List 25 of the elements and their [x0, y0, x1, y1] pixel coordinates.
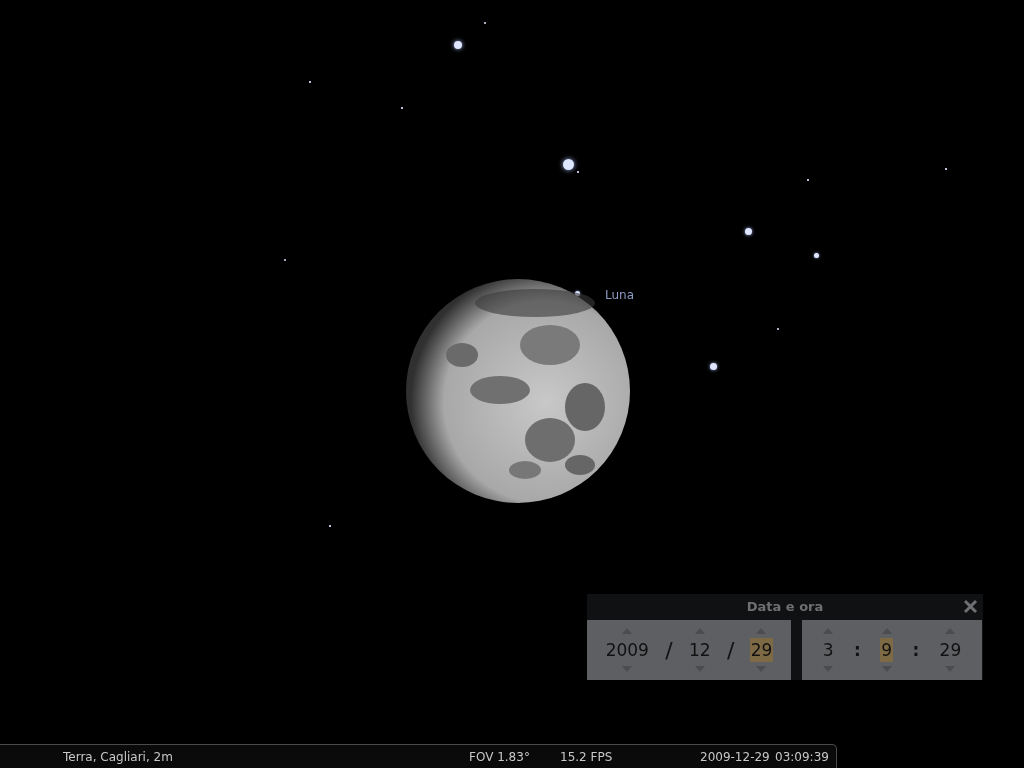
star-dot: [709, 362, 717, 370]
location-label: Terra, Cagliari, 2m: [63, 749, 174, 764]
fov-label: FOV 1.83°: [469, 749, 531, 764]
spin-value[interactable]: 3: [821, 638, 835, 662]
spin-value[interactable]: 9: [880, 638, 893, 662]
separator: :: [912, 640, 920, 660]
star-dot: [562, 158, 574, 170]
separator: :: [853, 640, 861, 660]
spin-value[interactable]: 2009: [604, 638, 650, 662]
star-dot: [454, 41, 462, 49]
dialog-title: Data e ora: [746, 599, 824, 614]
fps-label: 15.2 FPS: [560, 749, 614, 764]
spin-value[interactable]: 29: [749, 638, 774, 662]
star-dot: [744, 227, 752, 235]
time-label: 03:09:39: [775, 749, 829, 764]
date-label: 2009-12-29: [700, 749, 771, 764]
close-button[interactable]: [963, 599, 978, 614]
close-icon: [963, 599, 978, 614]
object-label: Luna: [605, 288, 635, 302]
separator: /: [665, 637, 673, 663]
spin-value[interactable]: 29: [938, 638, 963, 662]
star-dot: [813, 252, 819, 258]
star-dot: [574, 290, 580, 296]
spin-value[interactable]: 12: [687, 638, 712, 662]
separator: /: [726, 637, 735, 663]
